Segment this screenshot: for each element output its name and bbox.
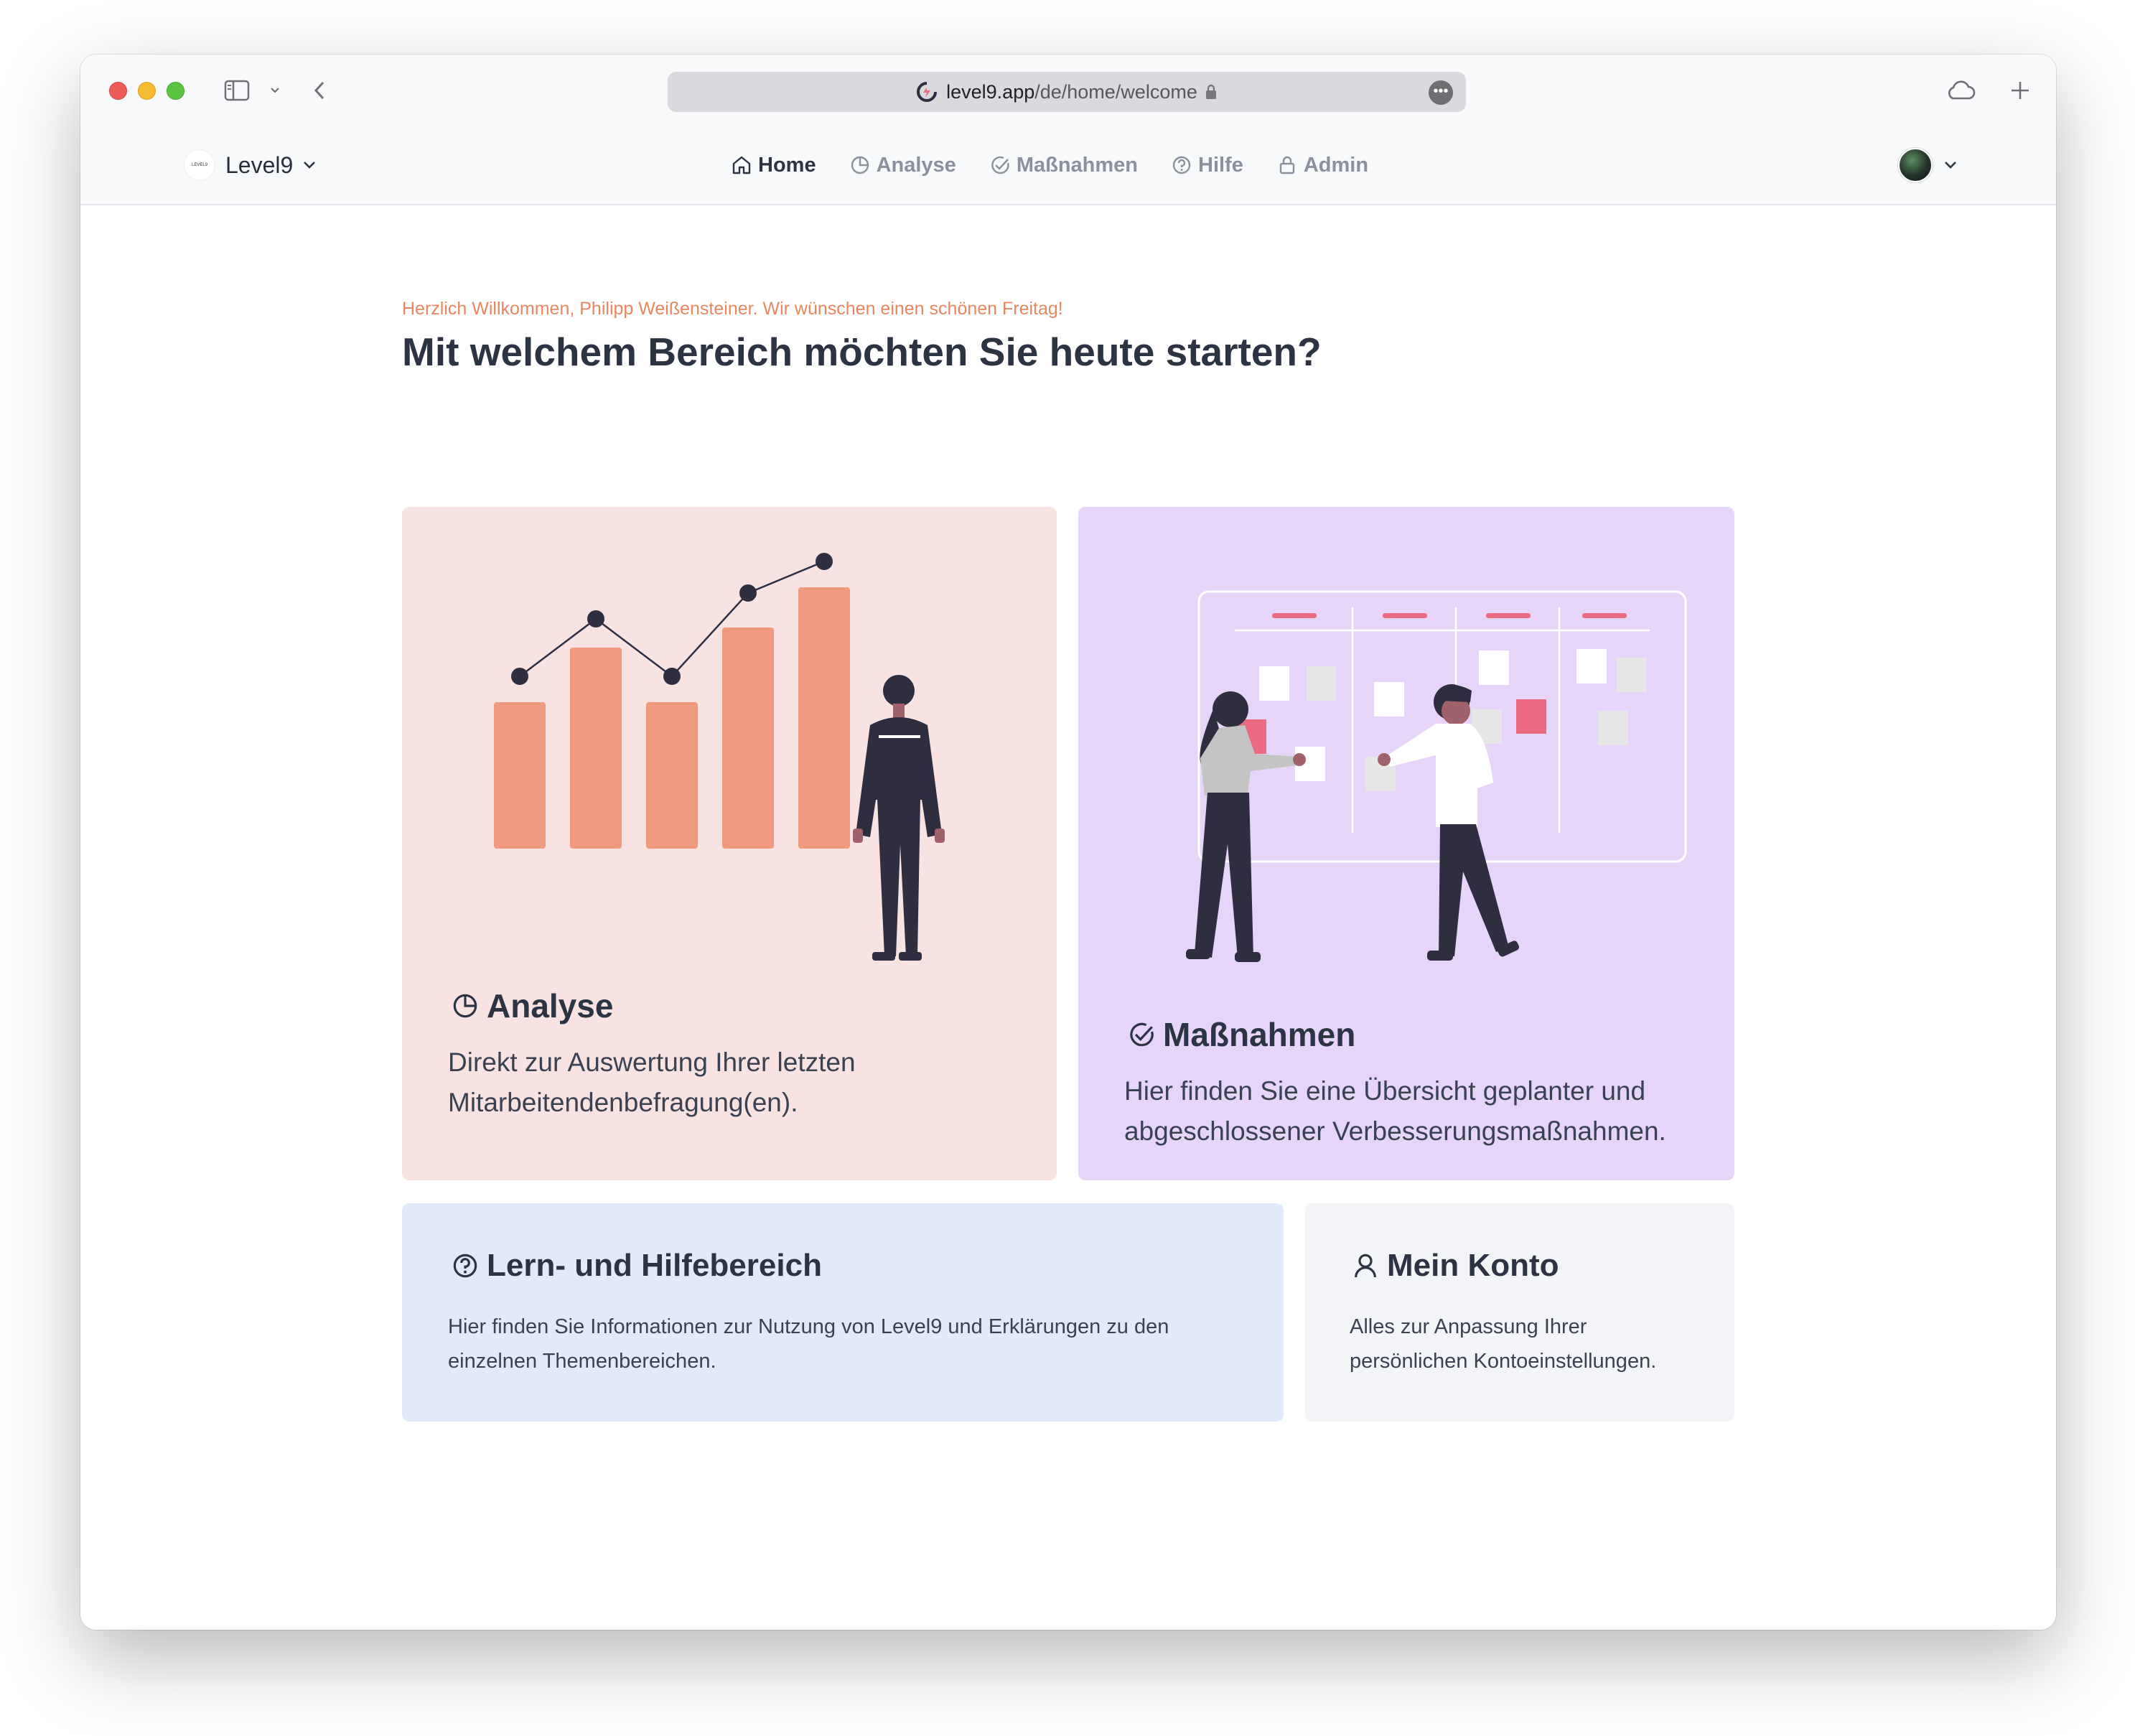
card-title-text: Maßnahmen [1163, 1016, 1356, 1053]
analysis-illustration [494, 553, 945, 961]
brand-logo: LEVEL9 [184, 149, 215, 181]
card-massnahmen[interactable]: Maßnahmen Hier finden Sie eine Übersicht… [1078, 507, 1734, 1180]
new-tab-plus-icon[interactable] [2004, 72, 2036, 109]
main-nav: Home Analyse Maßnahmen Hilfe Admin [731, 146, 1401, 184]
card-title-text: Analyse [487, 987, 614, 1025]
card-desc-line: Hier finden Sie Informationen zur Nutzun… [448, 1315, 1169, 1338]
question-circle-icon [1172, 156, 1191, 174]
nav-item-label: Analyse [876, 153, 956, 177]
nav-item-admin[interactable]: Admin [1276, 154, 1368, 177]
card-desc-line: Alles zur Anpassung Ihrer [1350, 1315, 1587, 1338]
page-title: Mit welchem Bereich möchten Sie heute st… [402, 330, 1322, 374]
site-favicon-icon [917, 82, 938, 102]
browser-titlebar: level9.app/de/home/welcome ••• [80, 55, 2056, 126]
back-arrow-icon[interactable] [309, 72, 330, 109]
card-title-analyse: Analyse [451, 986, 613, 1025]
card-desc-analyse: Direkt zur Auswertung Ihrer letzten Mita… [448, 1042, 856, 1123]
avatar [1898, 148, 1933, 182]
card-desc-line: Hier finden Sie eine Übersicht geplanter… [1124, 1076, 1646, 1106]
lock-icon [1279, 156, 1295, 174]
pie-chart-icon [851, 156, 869, 174]
chevron-down-icon[interactable] [266, 72, 284, 109]
chevron-down-icon [1945, 162, 1956, 169]
nav-item-label: Home [758, 153, 816, 177]
planning-board-illustration [1186, 590, 1687, 962]
lock-icon [1205, 84, 1216, 99]
minimize-window-button[interactable] [138, 82, 156, 100]
card-desc-line: persönlichen Kontoeinstellungen. [1350, 1350, 1657, 1373]
pie-chart-icon [453, 994, 477, 1018]
nav-item-home[interactable]: Home [731, 154, 816, 177]
sidebar-toggle-icon[interactable] [221, 72, 253, 109]
chevron-down-icon [304, 162, 316, 169]
greeting-text: Herzlich Willkommen, Philipp Weißenstein… [402, 299, 1063, 319]
card-desc-konto: Alles zur Anpassung Ihrer persönlichen K… [1350, 1310, 1656, 1378]
nav-item-label: Hilfe [1198, 153, 1243, 177]
card-desc-line: Mitarbeitendenbefragung(en). [448, 1088, 798, 1117]
check-circle-icon [991, 156, 1009, 174]
card-lern-hilfebereich[interactable]: Lern- und Hilfebereich Hier finden Sie I… [402, 1203, 1284, 1422]
browser-window: level9.app/de/home/welcome ••• LEVEL9 Le… [80, 55, 2056, 1630]
nav-item-analyse[interactable]: Analyse [849, 154, 956, 177]
card-desc-line: einzelnen Themenbereichen. [448, 1350, 716, 1373]
card-desc-line: Direkt zur Auswertung Ihrer letzten [448, 1047, 856, 1077]
card-title-text: Lern- und Hilfebereich [487, 1248, 822, 1283]
user-icon [1355, 1254, 1376, 1278]
card-desc-lern: Hier finden Sie Informationen zur Nutzun… [448, 1310, 1169, 1378]
url-text: level9.app/de/home/welcome [946, 80, 1197, 103]
nav-item-label: Admin [1303, 153, 1369, 177]
card-title-lern: Lern- und Hilfebereich [451, 1248, 822, 1284]
card-analyse[interactable]: Analyse Direkt zur Auswertung Ihrer letz… [402, 507, 1057, 1180]
close-window-button[interactable] [109, 82, 127, 100]
card-mein-konto[interactable]: Mein Konto Alles zur Anpassung Ihrer per… [1305, 1203, 1734, 1422]
main-content: Herzlich Willkommen, Philipp Weißenstein… [80, 207, 2056, 1630]
nav-item-label: Maßnahmen [1016, 153, 1138, 177]
card-desc-massnahmen: Hier finden Sie eine Übersicht geplanter… [1124, 1071, 1666, 1152]
brand-name: Level9 [225, 151, 294, 178]
nav-item-hilfe[interactable]: Hilfe [1171, 154, 1243, 177]
question-circle-icon [453, 1254, 477, 1278]
brand-switcher[interactable]: LEVEL9 Level9 [184, 146, 317, 184]
check-circle-icon [1130, 1022, 1154, 1047]
card-title-text: Mein Konto [1387, 1248, 1559, 1283]
app-navbar: LEVEL9 Level9 Home Analyse Maßnahmen Hil… [80, 126, 2056, 205]
card-title-massnahmen: Maßnahmen [1127, 1015, 1355, 1054]
maximize-window-button[interactable] [167, 82, 184, 100]
cloud-icon[interactable] [1941, 72, 1979, 109]
nav-item-massnahmen[interactable]: Maßnahmen [989, 154, 1138, 177]
card-title-konto: Mein Konto [1351, 1248, 1559, 1284]
more-options-icon[interactable]: ••• [1429, 80, 1453, 105]
home-icon [732, 156, 751, 174]
user-menu[interactable] [1898, 146, 1958, 184]
card-desc-line: abgeschlossener Verbesserungsmaßnahmen. [1124, 1116, 1666, 1146]
address-bar[interactable]: level9.app/de/home/welcome ••• [668, 72, 1466, 112]
